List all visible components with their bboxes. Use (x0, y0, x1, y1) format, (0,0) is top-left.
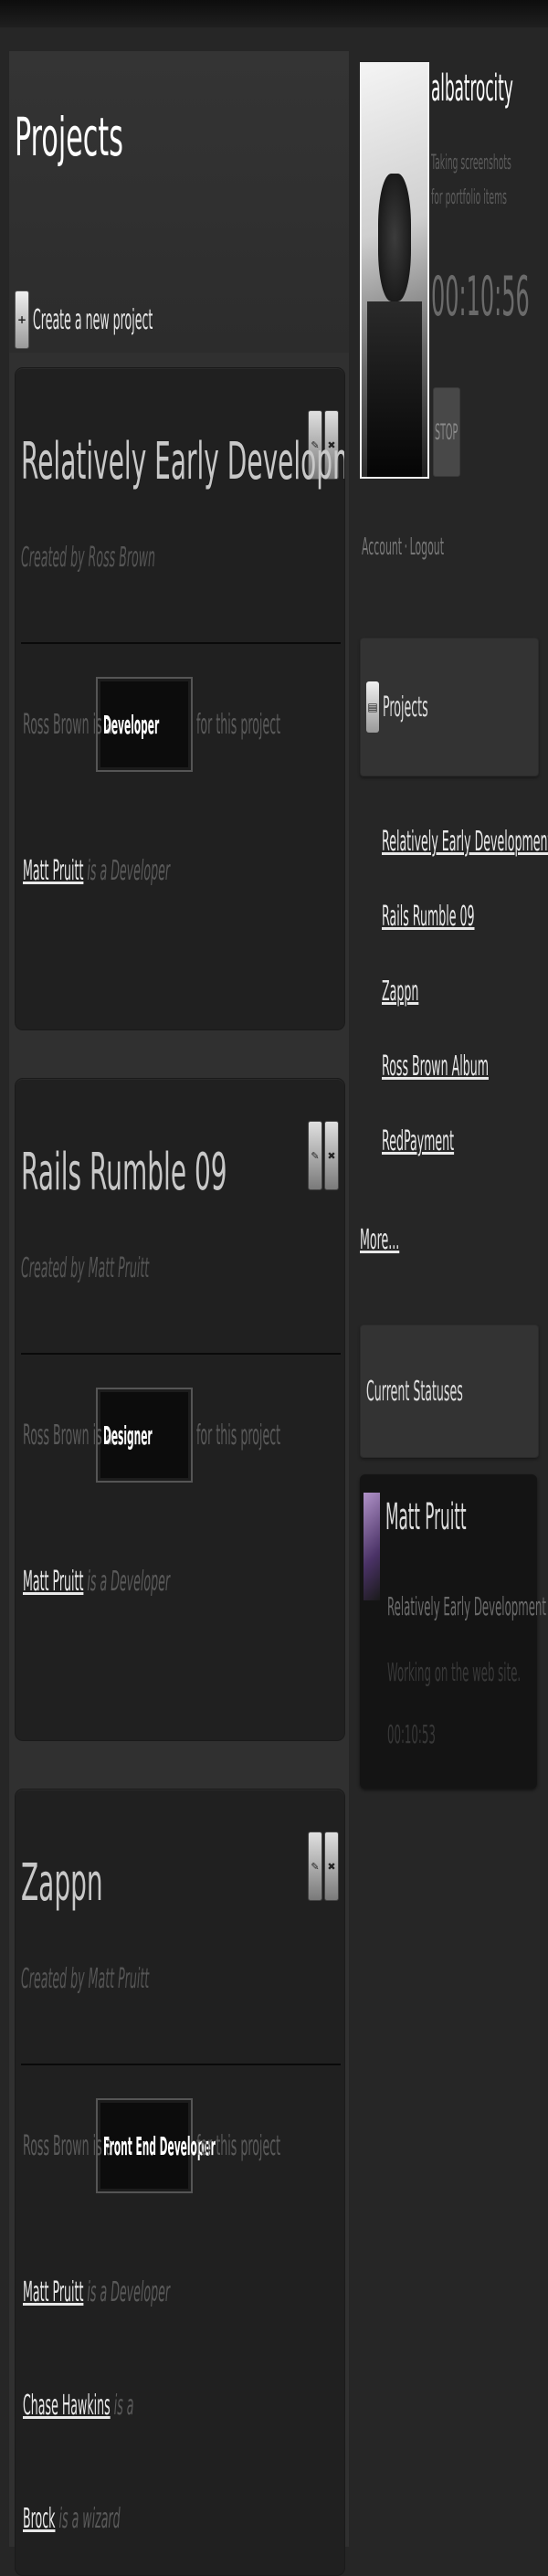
member-link[interactable]: Matt Pruitt (23, 1566, 83, 1598)
role-row: Ross Brown is a Designer for this projec… (23, 1388, 344, 1483)
role-prefix: Ross Brown is a (23, 708, 113, 741)
project-card: ✎ ✖ Relatively Early Development Created… (15, 367, 345, 1030)
user-status: Taking screenshots for portfolio items (431, 146, 513, 216)
role-row: Ross Brown is a Developer for this proje… (23, 677, 344, 772)
member-list: Matt Pruitt is a Developer (23, 814, 344, 927)
page-title: Projects (15, 106, 123, 168)
project-title: Relatively Early Development (21, 432, 344, 491)
avatar (364, 1493, 380, 1600)
member-role: is a Developer (87, 1565, 171, 1598)
member-link[interactable]: Matt Pruitt (23, 855, 83, 887)
role-suffix: for this project (196, 708, 281, 741)
role-suffix: for this project (196, 2129, 281, 2162)
role-prefix: Ross Brown is a (23, 1419, 113, 1452)
member-role: is a Developer (87, 2275, 171, 2308)
projects-panel: ▤ Projects (360, 638, 539, 776)
list-item: Zappn (382, 954, 548, 1029)
status-time: 00:10:53 (387, 1719, 436, 1749)
statuses-panel: Current Statuses (360, 1325, 539, 1458)
member-role: is a Developer (87, 854, 171, 887)
project-link[interactable]: RedPayment (382, 1125, 454, 1157)
list-item: Rails Rumble 09 (382, 879, 548, 954)
project-title: Zappn (21, 1853, 103, 1913)
timer: 00:10:56 (431, 265, 530, 329)
statuses-heading-label: Current Statuses (366, 1375, 463, 1408)
stop-label: STOP (435, 419, 458, 445)
project-card: ✎ ✖ Zappn Created by Matt Pruitt Ross Br… (15, 1789, 345, 2576)
card-tools: ✎ ✖ (308, 1832, 339, 1901)
delete-icon[interactable]: ✖ (324, 1832, 339, 1901)
separator: · (404, 533, 408, 561)
stop-button[interactable]: STOP (433, 387, 460, 477)
statuses-heading: Current Statuses (366, 1325, 548, 1457)
account-link[interactable]: Account (362, 533, 402, 561)
member-item: Matt Pruitt is a Developer (23, 1525, 344, 1638)
list-item: Relatively Early Development (382, 804, 548, 879)
member-link[interactable]: Matt Pruitt (23, 2276, 83, 2308)
projects-heading: ▤ Projects (366, 639, 490, 776)
member-item: Matt Pruitt is a Developer (23, 2235, 344, 2349)
status-card: Matt Pruitt Relatively Early Development… (360, 1474, 546, 1789)
project-link[interactable]: Ross Brown Album (382, 1050, 489, 1082)
create-project-label: Create a new project (33, 303, 153, 336)
project-link[interactable]: Rails Rumble 09 (382, 901, 475, 933)
projects-heading-label: Projects (383, 691, 428, 723)
role-suffix: for this project (196, 1419, 281, 1452)
list-item: Ross Brown Album (382, 1029, 548, 1103)
project-creator: Created by Matt Pruitt (21, 1252, 150, 1284)
create-project-button[interactable]: + Create a new project (15, 290, 319, 349)
divider (21, 642, 341, 644)
username: albatrocity (431, 68, 513, 110)
member-item: Matt Pruitt is a Developer (23, 814, 344, 927)
more-link[interactable]: More... (360, 1224, 399, 1256)
member-item: Chase Hawkins is a (23, 2349, 344, 2462)
role-row: Ross Brown is a Front End Developer for … (23, 2098, 344, 2193)
project-link-list: Relatively Early Development Rails Rumbl… (382, 804, 548, 1178)
member-list: Matt Pruitt is a Developer (23, 1525, 344, 1638)
user-status-text: Taking screenshots for portfolio items (431, 152, 511, 209)
divider (21, 2064, 341, 2065)
member-role: is a wizard (58, 2502, 121, 2535)
page-header: Projects + Create a new project (9, 51, 349, 353)
member-role: is a (113, 2389, 134, 2422)
avatar-face (378, 174, 411, 301)
project-creator: Created by Matt Pruitt (21, 1963, 150, 1995)
divider (21, 1353, 341, 1355)
edit-icon[interactable]: ✎ (308, 1121, 322, 1190)
status-message: Working on the web site. (387, 1657, 522, 1687)
project-link[interactable]: Relatively Early Development (382, 826, 548, 858)
list-item: RedPayment (382, 1103, 548, 1178)
account-links: Account·Logout (362, 533, 444, 561)
member-list: Matt Pruitt is a Developer Chase Hawkins… (23, 2235, 344, 2575)
project-title: Rails Rumble 09 (21, 1143, 227, 1202)
status-project: Relatively Early Development (387, 1591, 546, 1621)
member-item: Brock is a wizard (23, 2462, 344, 2575)
role-prefix: Ross Brown is a (23, 2129, 113, 2162)
role-value: Designer (103, 1420, 153, 1451)
role-input[interactable]: Developer (96, 677, 193, 772)
plus-icon: + (15, 290, 29, 349)
project-link[interactable]: Zappn (382, 976, 418, 1008)
role-input[interactable]: Designer (96, 1388, 193, 1483)
avatar (360, 62, 429, 479)
role-value: Developer (103, 709, 160, 740)
member-link[interactable]: Chase Hawkins (23, 2390, 111, 2422)
project-card: ✎ ✖ Rails Rumble 09 Created by Matt Prui… (15, 1078, 345, 1741)
edit-icon[interactable]: ✎ (308, 1832, 322, 1901)
card-tools: ✎ ✖ (308, 1121, 339, 1190)
status-user-name: Matt Pruitt (385, 1496, 467, 1538)
browser-top-bar (0, 0, 548, 27)
folder-icon: ▤ (366, 681, 379, 733)
member-link[interactable]: Brock (23, 2503, 55, 2535)
avatar-body (367, 301, 422, 477)
project-creator: Created by Ross Brown (21, 542, 156, 574)
main-content: Projects + Create a new project ✎ ✖ Rela… (9, 51, 349, 2576)
logout-link[interactable]: Logout (410, 533, 444, 561)
delete-icon[interactable]: ✖ (324, 1121, 339, 1190)
role-input[interactable]: Front End Developer (96, 2098, 216, 2193)
